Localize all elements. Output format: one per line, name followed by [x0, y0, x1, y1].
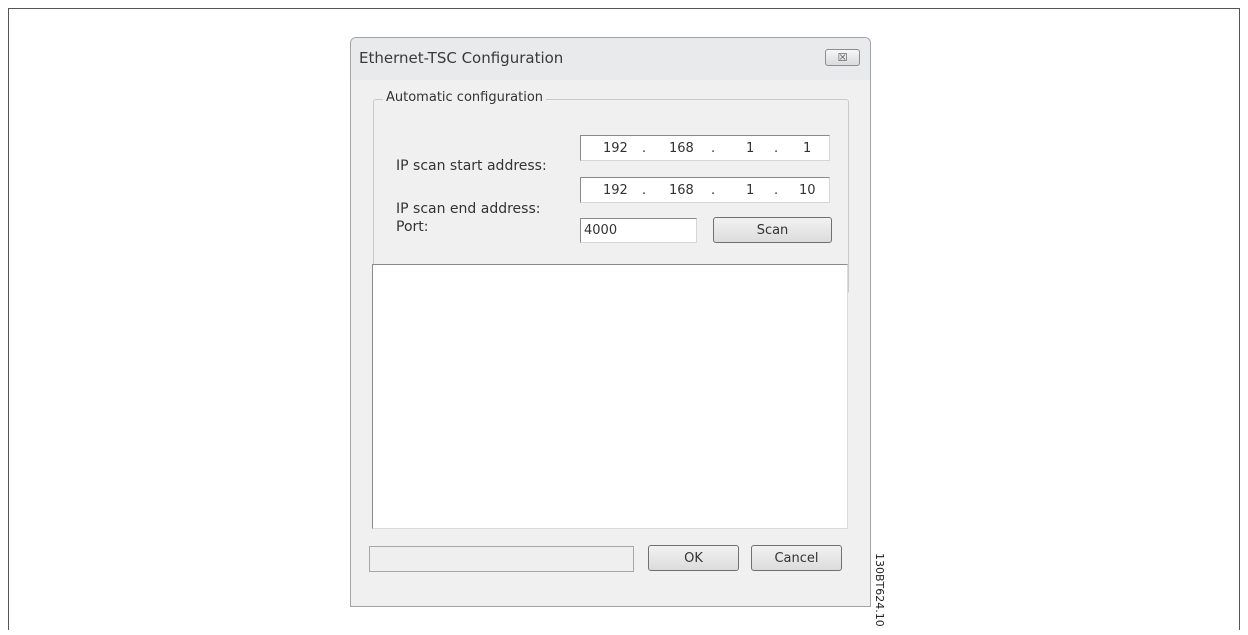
ethernet-tsc-dialog: Ethernet-TSC Configuration ☒ Automatic c…: [350, 37, 871, 607]
end-ip-octet-3[interactable]: 1: [746, 183, 754, 198]
end-ip-octet-2[interactable]: 168: [669, 183, 694, 198]
ip-dot: .: [774, 183, 779, 198]
start-ip-octet-4[interactable]: 1: [803, 141, 811, 156]
figure-code: 130BT624.10: [873, 553, 886, 627]
start-ip-octet-1[interactable]: 192: [603, 141, 628, 156]
cancel-button[interactable]: Cancel: [751, 545, 842, 571]
end-ip-octet-1[interactable]: 192: [603, 183, 628, 198]
close-icon: ☒: [837, 51, 848, 64]
ip-dot: .: [774, 141, 779, 156]
group-label: Automatic configuration: [383, 90, 547, 105]
end-ip-octet-4[interactable]: 10: [799, 183, 816, 198]
status-bar: [369, 546, 634, 572]
port-input[interactable]: 4000: [580, 218, 697, 243]
ip-dot: .: [642, 183, 647, 198]
title-bar: Ethernet-TSC Configuration ☒: [351, 38, 870, 80]
scan-button[interactable]: Scan: [713, 217, 832, 243]
start-ip-octet-2[interactable]: 168: [669, 141, 694, 156]
end-address-field[interactable]: 192 . 168 . 1 . 10: [580, 177, 830, 203]
dialog-title: Ethernet-TSC Configuration: [359, 49, 564, 67]
close-button[interactable]: ☒: [825, 49, 860, 66]
ok-button[interactable]: OK: [648, 545, 739, 571]
ip-dot: .: [711, 183, 716, 198]
results-list[interactable]: [372, 264, 848, 529]
port-label: Port:: [396, 219, 429, 235]
start-address-field[interactable]: 192 . 168 . 1 . 1: [580, 135, 830, 161]
start-address-label: IP scan start address:: [396, 158, 547, 174]
start-ip-octet-3[interactable]: 1: [746, 141, 754, 156]
end-address-label: IP scan end address:: [396, 201, 541, 217]
ip-dot: .: [642, 141, 647, 156]
ip-dot: .: [711, 141, 716, 156]
